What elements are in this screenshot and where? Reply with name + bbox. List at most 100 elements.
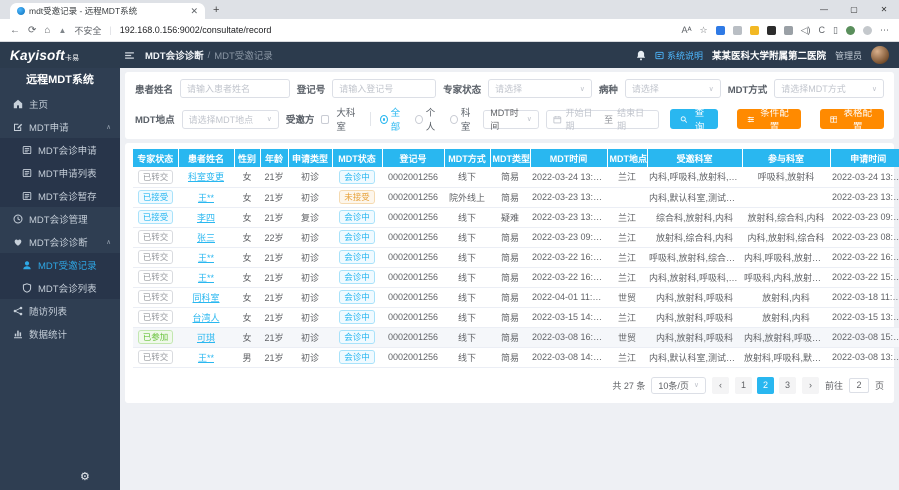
patient-name-link[interactable]: 王** xyxy=(198,353,214,363)
cell-age: 21岁 xyxy=(260,267,288,287)
table-config-button[interactable]: 表格配置 xyxy=(820,109,884,129)
table-row[interactable]: 已转交王**男21岁初诊会诊中0002001256线下简易2022-03-08 … xyxy=(133,347,899,367)
cell-mdt_location xyxy=(607,187,647,207)
extension-icon[interactable] xyxy=(733,26,742,35)
sidebar-item-mdt-consult-apply[interactable]: MDT会诊申请 xyxy=(0,138,120,161)
goto-page-input[interactable] xyxy=(849,378,869,393)
patient-name-link[interactable]: 同科室 xyxy=(192,293,219,303)
settings-gear-icon[interactable]: ⚙ xyxy=(80,470,90,483)
disease-select[interactable]: 请选择∨ xyxy=(625,79,721,98)
new-tab-button[interactable]: + xyxy=(213,4,219,16)
sidebar-item-mdt-consult-manage[interactable]: MDT会诊管理 xyxy=(0,207,120,230)
table-row[interactable]: 已转交张三女22岁初诊会诊中0002001256线下简易2022-03-23 0… xyxy=(133,227,899,247)
sync-icon[interactable]: C xyxy=(819,25,826,35)
breadcrumb-parent[interactable]: MDT会诊诊断 xyxy=(145,48,204,62)
sidebar-item-home[interactable]: 主页 xyxy=(0,92,120,115)
chevron-down-icon: ∨ xyxy=(580,85,585,93)
sidebar-item-followup-list[interactable]: 随访列表 xyxy=(0,299,120,322)
browser-menu-icon[interactable]: ⋯ xyxy=(880,25,889,36)
cell-apply_type: 初诊 xyxy=(288,267,332,287)
notification-bell-icon[interactable] xyxy=(636,50,646,61)
cell-mdt_mode: 线下 xyxy=(444,267,490,287)
sliders-icon xyxy=(747,115,755,124)
next-page-button[interactable]: › xyxy=(802,377,819,394)
status-badge: 已转交 xyxy=(138,230,174,245)
table-row[interactable]: 已转交科室变更女21岁初诊会诊中0002001256线下简易2022-03-24… xyxy=(133,167,899,187)
sidebar-item-mdt-invited-records[interactable]: MDT受邀记录 xyxy=(0,253,120,276)
font-size-icon[interactable]: Aᴬ xyxy=(681,25,691,35)
big-dept-checkbox[interactable] xyxy=(321,115,329,124)
sidebar-item-mdt-consult-diagnose[interactable]: MDT会诊诊断∧ xyxy=(0,230,120,253)
invitee-radio-科室[interactable]: 科室 xyxy=(450,105,476,133)
invitee-label: 受邀方 xyxy=(286,112,315,126)
condition-config-button[interactable]: 条件配置 xyxy=(737,109,801,129)
page-button-1[interactable]: 1 xyxy=(735,377,752,394)
window-maximize-icon[interactable]: ▢ xyxy=(839,0,869,19)
patient-name-link[interactable]: 可琪 xyxy=(197,333,215,343)
register-no-input[interactable]: 请输入登记号 xyxy=(332,79,436,98)
table-row[interactable]: 已转交同科室女21岁初诊会诊中0002001256线下简易2022-04-01 … xyxy=(133,287,899,307)
extension-icon[interactable] xyxy=(784,26,793,35)
invitee-radio-个人[interactable]: 个人 xyxy=(415,105,441,133)
date-range-picker[interactable]: 开始日期 至 结束日期 xyxy=(546,110,659,129)
big-dept-checkbox-label[interactable]: 大科室 xyxy=(336,105,361,133)
media-icon[interactable]: ◁) xyxy=(801,25,811,36)
cell-joined_depts: 放射科,内科 xyxy=(742,287,830,307)
tab-close-icon[interactable]: ✕ xyxy=(190,6,198,17)
sidebar-item-mdt-consult-list[interactable]: MDT会诊列表 xyxy=(0,276,120,299)
table-row[interactable]: 已参加可琪女21岁初诊会诊中0002001256线下简易2022-03-08 1… xyxy=(133,327,899,347)
sidebar-item-mdt-apply-list[interactable]: MDT申请列表 xyxy=(0,161,120,184)
patient-name-input[interactable]: 请输入患者姓名 xyxy=(180,79,290,98)
extension-icon[interactable] xyxy=(846,26,855,35)
prev-page-button[interactable]: ‹ xyxy=(712,377,729,394)
split-screen-icon[interactable]: ▯ xyxy=(833,25,838,36)
system-help-link[interactable]: 系统说明 xyxy=(655,49,703,62)
table-row[interactable]: 已接受王**女21岁初诊未接受0002001256院外线上简易2022-03-2… xyxy=(133,187,899,207)
extension-icon[interactable] xyxy=(750,26,759,35)
time-type-select[interactable]: MDT时间∨ xyxy=(483,110,539,129)
patient-name-link[interactable]: 王** xyxy=(198,273,214,283)
cell-mdt_mode: 线下 xyxy=(444,207,490,227)
page-button-2[interactable]: 2 xyxy=(757,377,774,394)
home-icon[interactable]: ⌂ xyxy=(44,25,50,36)
table-row[interactable]: 已转交王**女21岁初诊会诊中0002001256线下简易2022-03-22 … xyxy=(133,247,899,267)
patient-name-link[interactable]: 王** xyxy=(198,253,214,263)
cell-invited_depts: 内科,放射科,呼吸科 xyxy=(647,327,742,347)
browser-tab[interactable]: mdt受邀记录 - 远程MDT系统 ✕ xyxy=(10,3,205,19)
mdt-mode-placeholder: 请选择MDT方式 xyxy=(781,82,846,95)
refresh-icon[interactable]: ⟳ xyxy=(28,25,36,36)
status-cell: 会诊中 xyxy=(332,287,382,307)
sidebar-collapse-icon[interactable] xyxy=(124,50,135,61)
total-count: 共 27 条 xyxy=(612,379,645,392)
address-url[interactable]: 192.168.0.156:9002/consultate/record xyxy=(120,25,272,35)
favorite-star-icon[interactable]: ☆ xyxy=(700,25,708,36)
mdt-mode-select[interactable]: 请选择MDT方式∨ xyxy=(774,79,884,98)
invitee-radio-全部[interactable]: 全部 xyxy=(380,105,406,133)
expert-status-select[interactable]: 请选择∨ xyxy=(488,79,592,98)
patient-name-link[interactable]: 台湾人 xyxy=(192,313,219,323)
search-button[interactable]: 查询 xyxy=(670,109,718,129)
sidebar-item-data-statistics[interactable]: 数据统计 xyxy=(0,322,120,345)
cell-mdt_type: 简易 xyxy=(490,227,530,247)
sidebar-item-mdt-apply[interactable]: MDT申请∧ xyxy=(0,115,120,138)
mdt-location-select[interactable]: 请选择MDT地点∨ xyxy=(182,110,279,129)
sidebar-item-mdt-consult-draft[interactable]: MDT会诊暂存 xyxy=(0,184,120,207)
back-icon[interactable]: ← xyxy=(10,25,20,36)
patient-name-link[interactable]: 王** xyxy=(198,193,214,203)
page-button-3[interactable]: 3 xyxy=(779,377,796,394)
table-row[interactable]: 已转交台湾人女21岁初诊会诊中0002001256线下简易2022-03-15 … xyxy=(133,307,899,327)
window-close-icon[interactable]: ✕ xyxy=(869,0,899,19)
patient-name-link[interactable]: 科室变更 xyxy=(188,172,224,182)
security-label[interactable]: 不安全 xyxy=(74,24,101,37)
extension-icon[interactable] xyxy=(767,26,776,35)
patient-name-link[interactable]: 李四 xyxy=(197,213,215,223)
table-row[interactable]: 已转交王**女21岁初诊会诊中0002001256线下简易2022-03-22 … xyxy=(133,267,899,287)
table-row[interactable]: 已接受李四女21岁复诊会诊中0002001256线下疑难2022-03-23 1… xyxy=(133,207,899,227)
cell-age: 21岁 xyxy=(260,347,288,367)
extension-icon[interactable] xyxy=(716,26,725,35)
page-size-select[interactable]: 10条/页∨ xyxy=(651,377,706,394)
profile-icon[interactable] xyxy=(863,26,872,35)
user-avatar[interactable] xyxy=(871,46,889,64)
patient-name-link[interactable]: 张三 xyxy=(197,233,215,243)
window-minimize-icon[interactable]: — xyxy=(809,0,839,19)
